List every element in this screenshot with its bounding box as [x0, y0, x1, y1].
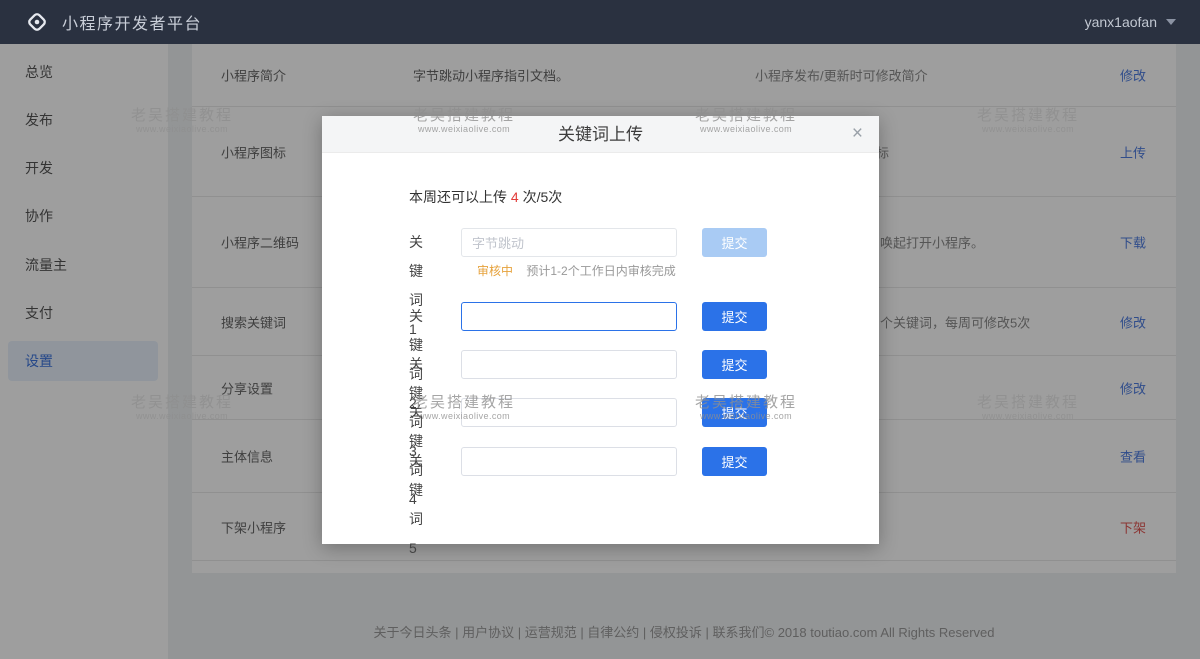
- keyword-5-input[interactable]: [461, 447, 677, 476]
- page-title: 小程序开发者平台: [62, 10, 202, 34]
- keyword-5-label: 关键词5: [409, 447, 423, 476]
- review-status-note: 预计1-2个工作日内审核完成: [526, 264, 675, 278]
- keyword-upload-dialog: 关键词上传 × 本周还可以上传 4 次/5次 关键词1 提交 审核中 预计1-2…: [322, 116, 879, 544]
- review-status-badge: 审核中: [477, 264, 513, 278]
- top-header: 小程序开发者平台 yanx1aofan: [0, 0, 1200, 44]
- keyword-1-input[interactable]: [461, 228, 677, 257]
- user-menu[interactable]: yanx1aofan: [1085, 14, 1176, 30]
- keyword-4-label: 关键词4: [409, 398, 423, 427]
- upload-quota-text: 本周还可以上传 4 次/5次: [409, 187, 562, 207]
- keyword-2-submit-button[interactable]: 提交: [702, 302, 767, 331]
- close-icon[interactable]: ×: [852, 116, 863, 152]
- quota-count: 4: [511, 189, 519, 205]
- keyword-3-submit-button[interactable]: 提交: [702, 350, 767, 379]
- dialog-title: 关键词上传: [322, 116, 879, 153]
- keyword-1-review-status: 审核中 预计1-2个工作日内审核完成: [477, 262, 676, 279]
- keyword-2-label: 关键词2: [409, 302, 423, 331]
- keyword-3-input[interactable]: [461, 350, 677, 379]
- keyword-4-submit-button[interactable]: 提交: [702, 398, 767, 427]
- quota-prefix: 本周还可以上传: [409, 189, 511, 205]
- keyword-1-label: 关键词1: [409, 228, 423, 257]
- keyword-4-input[interactable]: [461, 398, 677, 427]
- quota-suffix: 次/5次: [519, 189, 563, 205]
- keyword-5-submit-button[interactable]: 提交: [702, 447, 767, 476]
- keyword-1-submit-button[interactable]: 提交: [702, 228, 767, 257]
- chevron-down-icon: [1166, 19, 1176, 25]
- username: yanx1aofan: [1085, 14, 1157, 30]
- keyword-3-label: 关键词3: [409, 350, 423, 379]
- keyword-2-input[interactable]: [461, 302, 677, 331]
- platform-logo-icon: [24, 9, 50, 35]
- dialog-header: 关键词上传 ×: [322, 116, 879, 153]
